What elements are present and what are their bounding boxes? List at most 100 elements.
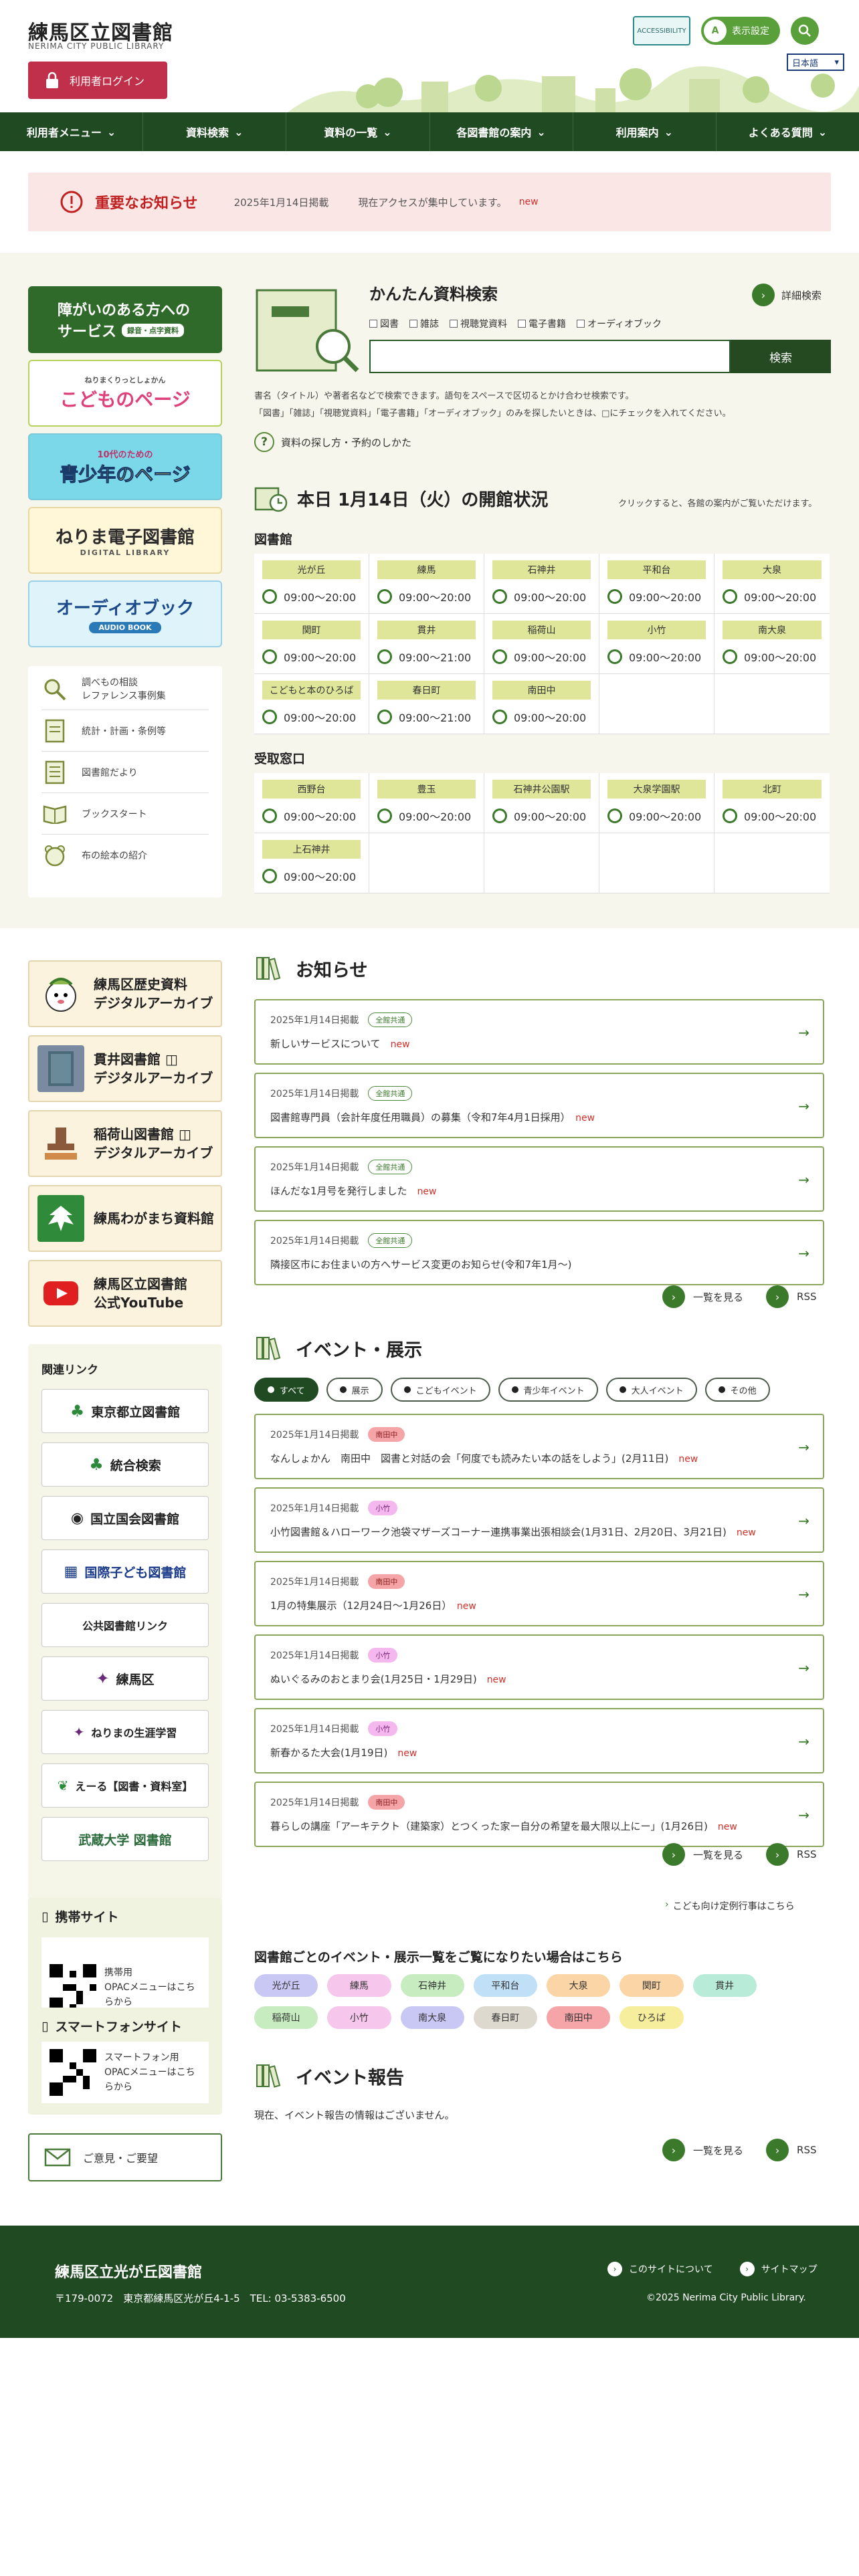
nav-search[interactable]: 資料検索 ⌄ — [143, 112, 287, 151]
link-tokyo-metro-library[interactable]: ♣ 東京都立図書館 — [41, 1389, 209, 1433]
status-cell[interactable]: 平和台 09:00〜20:00 — [599, 554, 714, 614]
checkbox-books[interactable]: 図書 — [369, 317, 399, 330]
filter-youth[interactable]: 青少年イベント — [498, 1378, 598, 1402]
filter-exhibit[interactable]: 展示 — [326, 1378, 383, 1402]
library-pill[interactable]: 南大泉 — [400, 2006, 464, 2029]
link-public-libraries[interactable]: 公共図書館リンク — [41, 1603, 209, 1647]
library-pill[interactable]: 練馬 — [327, 1974, 391, 1997]
link-musashi-univ[interactable]: 武蔵大学 図書館 — [41, 1817, 209, 1861]
library-pill[interactable]: 小竹 — [327, 2006, 391, 2029]
link-ndl[interactable]: ◉ 国立国会図書館 — [41, 1496, 209, 1540]
link-nerima-city[interactable]: ✦ 練馬区 — [41, 1656, 209, 1701]
banner-wagamachi[interactable]: 練馬わがまち資料館 — [28, 1185, 222, 1252]
how-to-search-link[interactable]: ? 資料の探し方・予約のしかた — [254, 432, 411, 452]
nav-guide[interactable]: 利用案内 ⌄ — [573, 112, 717, 151]
library-pill[interactable]: 平和台 — [473, 1974, 537, 1997]
news-more-link[interactable]: › 一覧を見る — [662, 1285, 743, 1308]
banner-history-archive[interactable]: 練馬区歴史資料 デジタルアーカイブ — [28, 960, 222, 1027]
link-lifelong-learning[interactable]: ✦ ねりまの生涯学習 — [41, 1710, 209, 1754]
status-cell[interactable]: 西野台 09:00〜20:00 — [254, 773, 369, 833]
search-icon[interactable] — [791, 17, 819, 45]
banner-youtube[interactable]: 練馬区立図書館 公式YouTube — [28, 1260, 222, 1327]
news-rss-link[interactable]: › RSS — [766, 1285, 816, 1308]
event-item[interactable]: 2025年1月14日掲載 小竹 新春かるた大会(1月19日) new → — [254, 1708, 824, 1774]
sidelink-reference[interactable]: 調べもの相談 レファレンス事例集 — [41, 669, 209, 710]
news-item[interactable]: 2025年1月14日掲載 全館共通 図書館専門員（会計年度任用職員）の募集（令和7年… — [254, 1073, 824, 1138]
sidelink-bookstart[interactable]: ブックスタート — [41, 793, 209, 835]
status-cell[interactable]: 石神井 09:00〜20:00 — [484, 554, 599, 614]
library-pill[interactable]: 大泉 — [547, 1974, 611, 1997]
checkbox-magazines[interactable]: 雑誌 — [409, 317, 439, 330]
language-select[interactable]: 日本語 ▾ — [787, 53, 844, 71]
event-item[interactable]: 2025年1月14日掲載 小竹 小竹図書館＆ハローワーク池袋マザーズコーナー連携事業… — [254, 1487, 824, 1553]
library-pill[interactable]: 石神井 — [400, 1974, 464, 1997]
banner-inariyama-archive[interactable]: 稲荷山図書館 ◫ デジタルアーカイブ — [28, 1110, 222, 1177]
reports-more-link[interactable]: › 一覧を見る — [662, 2139, 743, 2161]
status-cell[interactable]: 関町 09:00〜20:00 — [254, 614, 369, 674]
accessibility-icon[interactable]: ACCESSIBILITY — [633, 16, 690, 45]
search-button[interactable]: 検索 — [731, 340, 831, 373]
filter-kids[interactable]: こどもイベント — [390, 1378, 490, 1402]
status-cell[interactable]: 南田中 09:00〜20:00 — [484, 674, 599, 734]
detail-search-link[interactable]: › 詳細検索 — [752, 284, 822, 306]
nav-user-menu[interactable]: 利用者メニュー ⌄ — [0, 112, 144, 151]
nav-faq[interactable]: よくある質問 ⌄ — [717, 112, 859, 151]
checkbox-ebooks[interactable]: 電子書籍 — [518, 317, 566, 330]
search-input[interactable] — [369, 340, 731, 373]
footer-sitemap-link[interactable]: › サイトマップ — [739, 2262, 818, 2276]
banner-digital-library[interactable]: ねりま電子図書館 DIGITAL LIBRARY — [28, 507, 222, 574]
reports-rss-link[interactable]: › RSS — [766, 2139, 816, 2161]
status-cell[interactable]: 南大泉 09:00〜20:00 — [714, 614, 830, 674]
footer-about-link[interactable]: › このサイトについて — [607, 2262, 713, 2276]
events-more-link[interactable]: › 一覧を見る — [662, 1843, 743, 1866]
banner-disability-service[interactable]: 障がいのある方への サービス 録音・点字資料 — [28, 286, 222, 353]
banner-youth-page[interactable]: 10代のための 青少年のページ — [28, 433, 222, 500]
status-cell[interactable]: 春日町 09:00〜21:00 — [369, 674, 484, 734]
status-cell[interactable]: 石神井公園駅 09:00〜20:00 — [484, 773, 599, 833]
status-cell[interactable]: 豊玉 09:00〜20:00 — [369, 773, 484, 833]
link-intl-childrens-library[interactable]: ▦ 国際子ども図書館 — [41, 1549, 209, 1594]
library-pill[interactable]: 春日町 — [473, 2006, 537, 2029]
library-pill[interactable]: ひろば — [619, 2006, 684, 2029]
nav-material-list[interactable]: 資料の一覧 ⌄ — [286, 112, 430, 151]
status-cell[interactable]: 大泉学園駅 09:00〜20:00 — [599, 773, 714, 833]
banner-nukui-archive[interactable]: 貫井図書館 ◫ デジタルアーカイブ — [28, 1035, 222, 1102]
display-setting-button[interactable]: A 表示設定 — [701, 17, 780, 45]
status-cell[interactable]: こどもと本のひろば 09:00〜20:00 — [254, 674, 369, 734]
event-item[interactable]: 2025年1月14日掲載 小竹 ぬいぐるみのおとまり会(1月25日・1月29日) n… — [254, 1634, 824, 1700]
checkbox-av[interactable]: 視聴覚資料 — [450, 317, 507, 330]
link-integrated-search[interactable]: ♣ 統合検索 — [41, 1442, 209, 1487]
news-item[interactable]: 2025年1月14日掲載 全館共通 隣接区市にお住まいの方へサービス変更のお知らせ(… — [254, 1220, 824, 1285]
important-notice[interactable]: 重要なお知らせ 2025年1月14日掲載 現在アクセスが集中しています。 new — [28, 173, 831, 231]
login-button[interactable]: 利用者ログイン — [28, 62, 167, 99]
banner-kids-page[interactable]: ねりまくりっとしょかん こどものページ — [28, 360, 222, 427]
link-eeru[interactable]: ❦ えーる【図書・資料室】 — [41, 1763, 209, 1808]
filter-adult[interactable]: 大人イベント — [605, 1378, 697, 1402]
nav-libraries[interactable]: 各図書館の案内 ⌄ — [430, 112, 573, 151]
library-pill[interactable]: 南田中 — [547, 2006, 611, 2029]
status-cell[interactable]: 光が丘 09:00〜20:00 — [254, 554, 369, 614]
sidelink-cloth-books[interactable]: 布の絵本の紹介 — [41, 835, 209, 876]
sidelink-statistics[interactable]: 統計・計画・条例等 — [41, 710, 209, 752]
library-pill[interactable]: 稲荷山 — [254, 2006, 318, 2029]
event-item[interactable]: 2025年1月14日掲載 南田中 1月の特集展示（12月24日〜1月26日） new… — [254, 1561, 824, 1626]
news-item[interactable]: 2025年1月14日掲載 全館共通 ほんだな1月号を発行しました new → — [254, 1146, 824, 1212]
smartphone-site[interactable]: ▯ スマートフォンサイト スマートフォン用 OPACメニューはこちらから — [28, 2008, 222, 2115]
opinion-button[interactable]: ご意見・ご要望 — [28, 2133, 222, 2181]
status-cell[interactable]: 大泉 09:00〜20:00 — [714, 554, 830, 614]
library-pill[interactable]: 光が丘 — [254, 1974, 318, 1997]
checkbox-audiobook[interactable]: オーディオブック — [577, 317, 662, 330]
status-cell[interactable]: 稲荷山 09:00〜20:00 — [484, 614, 599, 674]
library-pill[interactable]: 貫井 — [692, 1974, 757, 1997]
news-item[interactable]: 2025年1月14日掲載 全館共通 新しいサービスについて new → — [254, 999, 824, 1065]
status-cell[interactable]: 上石神井 09:00〜20:00 — [254, 833, 369, 893]
status-cell[interactable]: 貫井 09:00〜21:00 — [369, 614, 484, 674]
event-item[interactable]: 2025年1月14日掲載 南田中 なんしょかん 南田中 図書と対話の会「何度でも読み… — [254, 1414, 824, 1479]
filter-all[interactable]: すべて — [254, 1378, 318, 1402]
library-pill[interactable]: 関町 — [619, 1974, 684, 1997]
status-cell[interactable]: 練馬 09:00〜20:00 — [369, 554, 484, 614]
status-cell[interactable]: 北町 09:00〜20:00 — [714, 773, 830, 833]
event-item[interactable]: 2025年1月14日掲載 南田中 暮らしの講座「アーキテクト（建築家）とつくった家ー… — [254, 1782, 824, 1847]
filter-other[interactable]: その他 — [704, 1378, 770, 1402]
status-cell[interactable]: 小竹 09:00〜20:00 — [599, 614, 714, 674]
